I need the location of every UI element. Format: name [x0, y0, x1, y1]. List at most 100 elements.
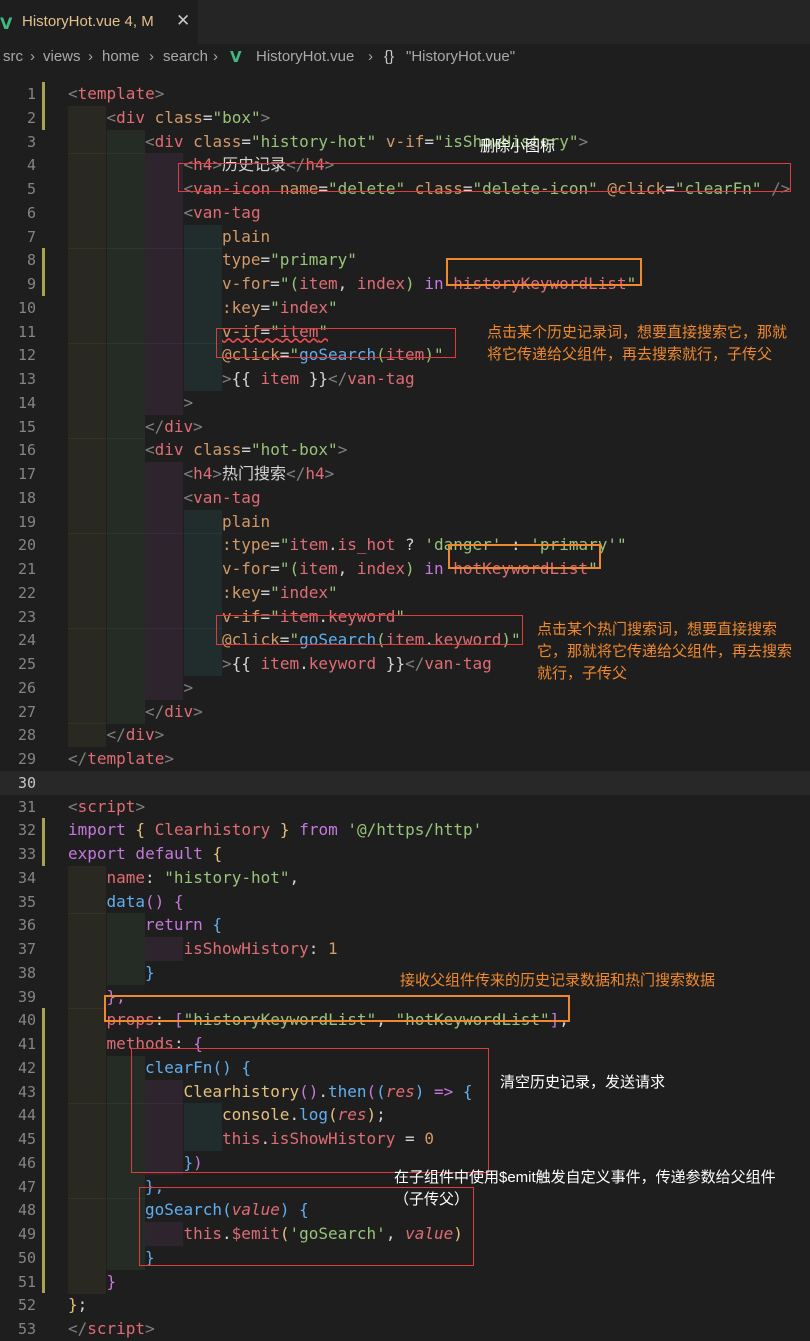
line-number: 23 — [17, 607, 36, 626]
code-line[interactable]: 30 — [0, 770, 810, 795]
code-text: > — [183, 677, 194, 697]
indent-guide — [145, 272, 183, 296]
code-line[interactable]: 6 <van-tag — [0, 200, 810, 225]
line-number: 19 — [17, 512, 36, 531]
indent-guide — [68, 1079, 106, 1104]
indent-guide — [106, 295, 145, 320]
code-line[interactable]: 35 data() { — [0, 889, 810, 914]
code-line[interactable]: 29 </template> — [0, 747, 810, 771]
line-number: 21 — [17, 560, 36, 578]
code-line[interactable]: 2 <div class="box"> — [0, 105, 810, 130]
code-line[interactable]: 17 <h4>热门搜索</h4> — [0, 462, 810, 486]
code-line[interactable]: 28 </div> — [0, 723, 810, 748]
code-line[interactable]: 7 plain — [0, 224, 810, 249]
braces-icon: {} — [384, 48, 395, 65]
indent-guide — [145, 937, 183, 961]
breadcrumb-item-home[interactable]: home — [102, 48, 140, 65]
code-line[interactable]: 3 <div class="history-hot" v-if="isShowHi… — [0, 129, 810, 154]
indent-guide — [106, 533, 145, 558]
indent-guide — [106, 652, 145, 676]
indent-guide — [68, 1032, 106, 1056]
indent-guide — [68, 248, 106, 273]
indent-guide — [106, 699, 145, 724]
indent-guide — [145, 580, 183, 605]
indent-guide — [106, 224, 145, 249]
breadcrumb-item-component[interactable]: "HistoryHot.vue" — [406, 48, 515, 65]
line-number: 20 — [17, 536, 36, 555]
code-line[interactable]: 18 <van-tag — [0, 485, 810, 510]
code-line[interactable]: 8 type="primary" — [0, 248, 810, 273]
line-number: 3 — [26, 132, 36, 151]
indent-guide — [106, 200, 145, 225]
breadcrumb-item-src[interactable]: src — [3, 48, 23, 65]
code-line[interactable]: 22:key="index" — [0, 580, 810, 605]
indent-guide — [106, 509, 145, 534]
code-line[interactable]: 31 <script> — [0, 795, 810, 819]
indent-guide — [145, 224, 183, 249]
code-text: return { — [145, 915, 223, 935]
highlight-box-clearfn — [131, 1048, 489, 1173]
indent-guide — [106, 153, 145, 178]
indent-guide — [145, 343, 183, 368]
code-line[interactable]: 52}; — [0, 1293, 810, 1317]
indent-guide — [145, 485, 183, 510]
line-number: 5 — [26, 180, 36, 198]
close-icon[interactable]: ✕ — [176, 11, 190, 31]
line-number: 53 — [17, 1320, 36, 1338]
code-line[interactable]: 15 </div> — [0, 414, 810, 439]
code-line[interactable]: 27 </div> — [0, 699, 810, 724]
code-line[interactable]: 34 name: "history-hot", — [0, 865, 810, 890]
code-line[interactable]: 16 <div class="hot-box"> — [0, 438, 810, 463]
indent-guide — [68, 390, 106, 415]
indent-guide — [106, 414, 145, 439]
tab-title: HistoryHot.vue — [22, 13, 121, 30]
chevron-right-icon: › — [213, 48, 218, 65]
editor-tab-historyhot[interactable]: V HistoryHot.vue 4, M ✕ — [0, 0, 198, 44]
code-line[interactable]: 32 import { Clearhistory } from '@/https/… — [0, 818, 810, 842]
line-number: 48 — [17, 1201, 36, 1220]
breadcrumb-item-views[interactable]: views — [43, 48, 81, 65]
indent-guide — [183, 557, 222, 581]
code-line[interactable]: 14 > — [0, 390, 810, 415]
code-line[interactable]: 51} — [0, 1269, 810, 1294]
line-number: 32 — [17, 821, 36, 840]
indent-guide — [145, 652, 183, 676]
breadcrumb-item-file[interactable]: HistoryHot.vue — [256, 48, 354, 65]
indent-guide — [68, 1103, 106, 1128]
highlight-box-delete-icon — [178, 163, 791, 192]
breadcrumb: src › views › home › search › V HistoryH… — [0, 44, 810, 70]
code-line[interactable]: 21 v-for="(item, index) in hotKeywordList… — [0, 557, 810, 581]
code-line[interactable]: 9 v-for="(item, index) in historyKeywordL… — [0, 272, 810, 296]
indent-guide — [68, 224, 106, 249]
tab-bar: V HistoryHot.vue 4, M ✕ — [0, 0, 810, 44]
line-number: 26 — [17, 678, 36, 697]
indent-guide — [68, 889, 106, 914]
line-number: 29 — [17, 750, 36, 768]
code-line[interactable]: 13 >{{ item }}</van-tag — [0, 367, 810, 391]
indent-guide — [68, 343, 106, 368]
code-line[interactable]: 19 plain — [0, 509, 810, 534]
line-number: 39 — [17, 987, 36, 1006]
indent-guide — [145, 200, 183, 225]
indent-guide — [68, 295, 106, 320]
code-line[interactable]: 20:type="item.is_hot ? 'danger' : 'prima… — [0, 533, 810, 558]
code-line[interactable]: 1 <template> — [0, 82, 810, 106]
line-number: 12 — [17, 346, 36, 365]
indent-guide — [106, 604, 145, 629]
indent-guide — [145, 509, 183, 534]
indent-guide — [68, 1150, 106, 1175]
code-text: :key="index" — [222, 297, 338, 317]
code-line[interactable]: 10:key="index" — [0, 295, 810, 320]
code-line[interactable]: 36 return { — [0, 913, 810, 938]
code-line[interactable]: 37 isShowHistory: 1 — [0, 937, 810, 961]
breadcrumb-item-search[interactable]: search — [163, 48, 208, 65]
indent-guide — [68, 675, 106, 700]
indent-guide — [183, 272, 222, 296]
line-number: 45 — [17, 1130, 36, 1148]
line-number: 4 — [26, 156, 36, 175]
indent-guide — [68, 913, 106, 938]
code-line[interactable]: 33 export default { — [0, 842, 810, 866]
line-number: 43 — [17, 1082, 36, 1101]
code-text: plain — [222, 226, 271, 246]
line-number: 40 — [17, 1011, 36, 1030]
